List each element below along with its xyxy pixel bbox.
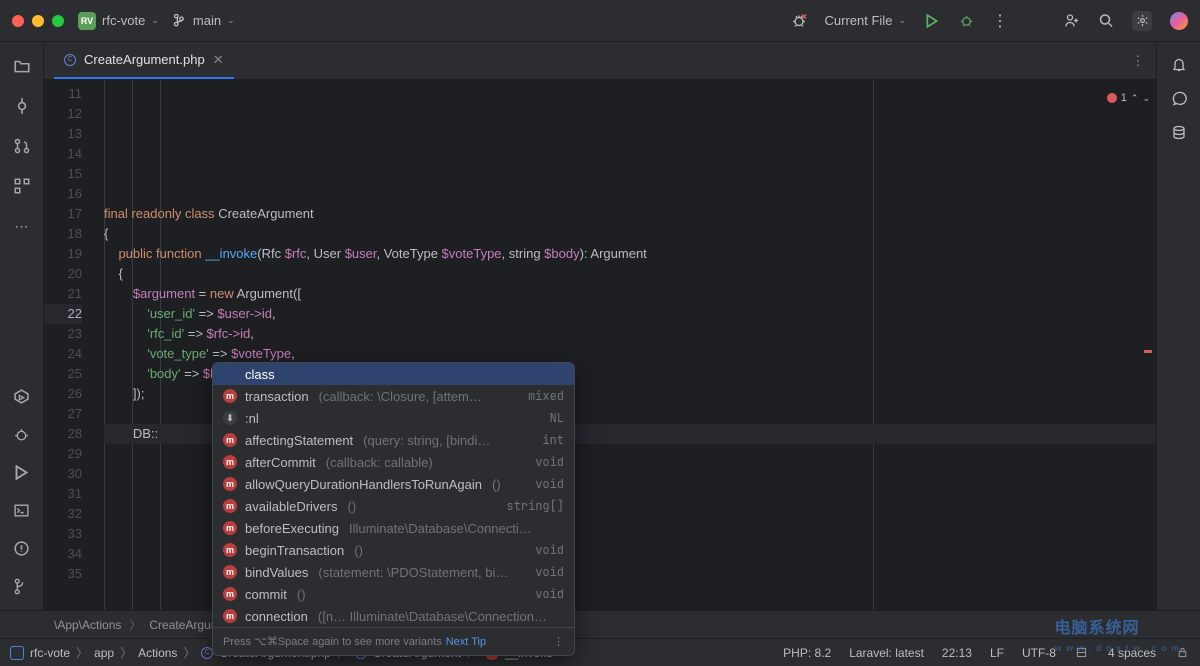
status-pos[interactable]: 22:13 xyxy=(942,646,972,660)
ai-chat-icon[interactable] xyxy=(1171,90,1187,106)
settings-icon[interactable] xyxy=(1132,11,1152,31)
window-controls xyxy=(12,15,64,27)
maximize-window[interactable] xyxy=(52,15,64,27)
run-icon[interactable] xyxy=(924,13,940,29)
tab-filename: CreateArgument.php xyxy=(84,52,205,67)
search-icon[interactable] xyxy=(1098,13,1114,29)
chevron-down-icon: ⌄ xyxy=(227,15,235,26)
debug-icon[interactable] xyxy=(958,13,974,29)
editor-area: C CreateArgument.php ✕ ⋮ 111213141516171… xyxy=(44,42,1156,610)
titlebar: RV rfc-vote ⌄ main ⌄ Current File ⌄ ⋮ xyxy=(0,0,1200,42)
completion-item[interactable]: mcommit()void xyxy=(213,583,574,605)
completion-item[interactable]: mavailableDrivers()string[] xyxy=(213,495,574,517)
code-with-me-icon[interactable] xyxy=(1064,13,1080,29)
error-stripe-summary[interactable]: 1 ⌃ ⌄ xyxy=(1107,92,1150,104)
status-enc[interactable]: UTF-8 xyxy=(1022,646,1056,660)
branch-icon xyxy=(173,14,187,28)
chevron-down-icon[interactable]: ⌄ xyxy=(1142,93,1150,104)
terminal-tool-icon[interactable] xyxy=(12,500,32,520)
php-class-icon: C xyxy=(64,54,76,66)
error-count: 1 xyxy=(1121,92,1127,104)
left-tool-stripe: ⋯ xyxy=(0,42,44,610)
popup-hint: Press ⌥⌘Space again to see more variants xyxy=(223,635,442,648)
problems-tool-icon[interactable] xyxy=(12,538,32,558)
right-tool-stripe xyxy=(1156,42,1200,610)
completion-item[interactable]: mbindValues(statement: \PDOStatement, bi… xyxy=(213,561,574,583)
run-config-selector[interactable]: Current File ⌄ xyxy=(825,13,906,28)
services-tool-icon[interactable] xyxy=(12,386,32,406)
editor-tabs: C CreateArgument.php ✕ ⋮ xyxy=(44,42,1156,80)
project-tool-icon[interactable] xyxy=(12,56,32,76)
popup-more-icon[interactable]: ⋮ xyxy=(553,635,564,648)
nav-app[interactable]: app xyxy=(94,646,114,660)
editor-breadcrumb: \App\Actions〉 CreateArgument〉 __invoke() xyxy=(0,610,1200,638)
database-tool-icon[interactable] xyxy=(1171,124,1187,140)
nav-actions[interactable]: Actions xyxy=(138,646,177,660)
run-config-name: Current File xyxy=(825,13,893,28)
tab-createargument[interactable]: C CreateArgument.php ✕ xyxy=(54,42,234,79)
line-gutter: 1112131415161718192021222324252627282930… xyxy=(44,80,90,610)
more-tools-icon[interactable]: ⋯ xyxy=(12,216,32,236)
completion-item[interactable]: ⬇:nlNL xyxy=(213,407,574,429)
next-tip-link[interactable]: Next Tip xyxy=(446,636,486,648)
project-name: rfc-vote xyxy=(102,13,145,28)
chevron-down-icon: ⌄ xyxy=(898,15,906,26)
project-selector[interactable]: RV rfc-vote ⌄ xyxy=(78,12,159,30)
completion-item[interactable]: mafterCommit(callback: callable)void xyxy=(213,451,574,473)
completion-item[interactable]: mtransaction(callback: \Closure, [attem…… xyxy=(213,385,574,407)
watermark: 电脑系统网 w w w . d n x t w . c o m xyxy=(1054,614,1180,654)
status-le[interactable]: LF xyxy=(990,646,1004,660)
branch-name: main xyxy=(193,13,221,28)
error-mark[interactable] xyxy=(1144,350,1152,353)
completion-popup[interactable]: classmtransaction(callback: \Closure, [a… xyxy=(212,362,575,656)
tab-more-icon[interactable]: ⋮ xyxy=(1130,53,1146,69)
minimize-window[interactable] xyxy=(32,15,44,27)
popup-footer: Press ⌥⌘Space again to see more variants… xyxy=(213,627,574,655)
commit-tool-icon[interactable] xyxy=(12,96,32,116)
completion-item[interactable]: maffectingStatement(query: string, [bind… xyxy=(213,429,574,451)
more-icon[interactable]: ⋮ xyxy=(992,13,1008,29)
crumb-namespace[interactable]: \App\Actions xyxy=(54,618,121,632)
branch-selector[interactable]: main ⌄ xyxy=(173,13,235,28)
nav-project-icon[interactable] xyxy=(10,646,24,660)
chevron-down-icon: ⌄ xyxy=(151,15,159,26)
status-laravel[interactable]: Laravel: latest xyxy=(849,646,924,660)
bug-breakpoint-icon[interactable] xyxy=(791,13,807,29)
pull-requests-icon[interactable] xyxy=(12,136,32,156)
status-php[interactable]: PHP: 8.2 xyxy=(783,646,831,660)
error-icon xyxy=(1107,93,1117,103)
close-window[interactable] xyxy=(12,15,24,27)
project-badge: RV xyxy=(78,12,96,30)
close-tab-icon[interactable]: ✕ xyxy=(213,52,224,68)
run-tool-icon[interactable] xyxy=(12,462,32,482)
nav-project[interactable]: rfc-vote xyxy=(30,646,70,660)
completion-item[interactable]: mbeforeExecuting Illuminate\Database\Con… xyxy=(213,517,574,539)
completion-item[interactable]: mconnection([n… Illuminate\Database\Conn… xyxy=(213,605,574,627)
completion-item[interactable]: class xyxy=(213,363,574,385)
chevron-up-icon[interactable]: ⌃ xyxy=(1131,93,1139,104)
debug-tool-icon[interactable] xyxy=(12,424,32,444)
structure-tool-icon[interactable] xyxy=(12,176,32,196)
ai-assistant-icon[interactable] xyxy=(1170,12,1188,30)
editor-viewport[interactable]: 1112131415161718192021222324252627282930… xyxy=(44,80,1156,610)
notifications-icon[interactable] xyxy=(1171,56,1187,72)
vcs-tool-icon[interactable] xyxy=(12,576,32,596)
completion-item[interactable]: mbeginTransaction()void xyxy=(213,539,574,561)
completion-item[interactable]: mallowQueryDurationHandlersToRunAgain()v… xyxy=(213,473,574,495)
